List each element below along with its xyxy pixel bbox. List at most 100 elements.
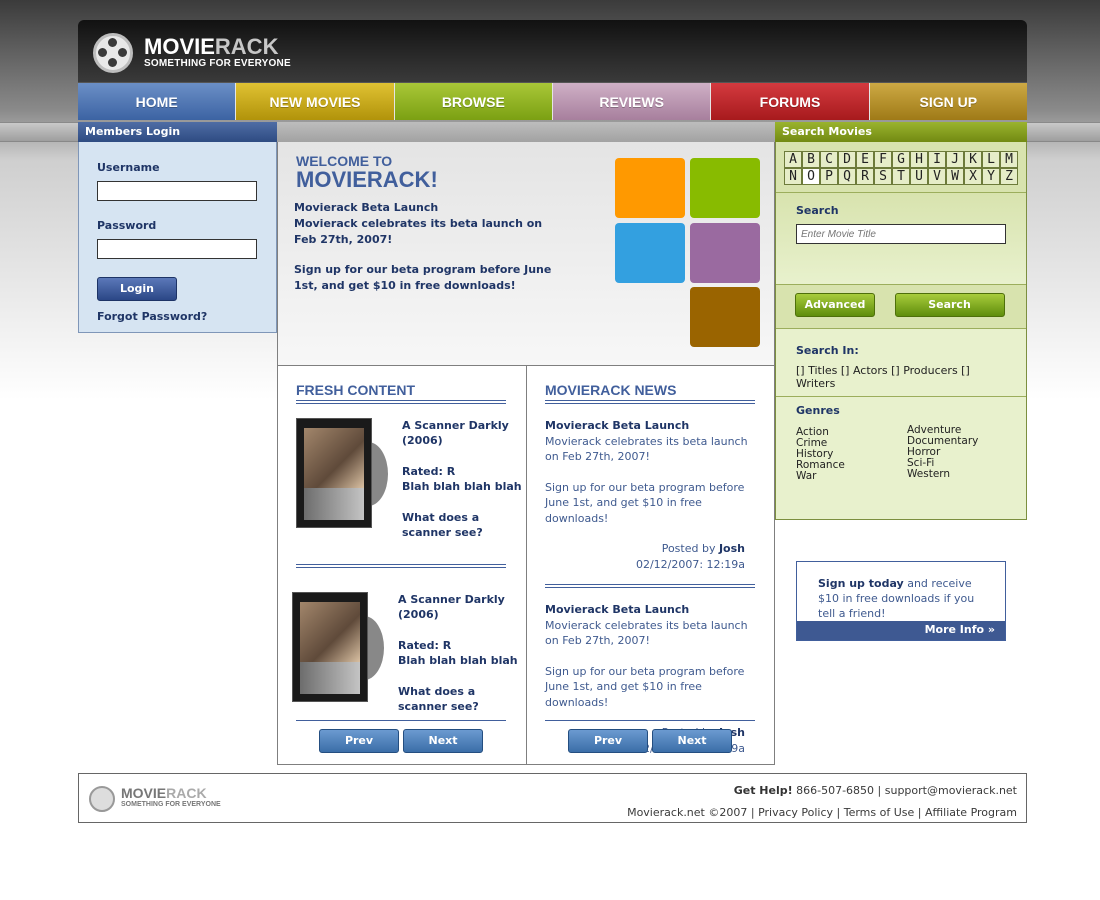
nav-home[interactable]: HOME xyxy=(78,83,237,120)
nav-forums[interactable]: FORUMS xyxy=(711,83,870,120)
genres-label: Genres xyxy=(796,404,840,417)
forgot-password-link[interactable]: Forgot Password? xyxy=(97,310,256,323)
more-info-link[interactable]: More Info » xyxy=(797,621,1005,640)
letter-n-link[interactable]: N xyxy=(784,168,802,185)
letter-p-link[interactable]: P xyxy=(820,168,838,185)
search-in-label: Search In: xyxy=(796,344,859,357)
news-item-title[interactable]: Movierack Beta Launch xyxy=(545,602,755,618)
letter-r-link[interactable]: R xyxy=(856,168,874,185)
welcome-text: Movierack Beta Launch Movierack celebrate… xyxy=(294,200,554,308)
dvd-cover-image[interactable] xyxy=(292,592,384,704)
news-title: MOVIERACK NEWS xyxy=(545,382,755,404)
movie-item[interactable]: A Scanner Darkly (2006) Rated: R Blah bl… xyxy=(292,592,518,726)
site-wrapper: MOVIERACK SOMETHING FOR EVERYONE HOME NE… xyxy=(78,20,1027,765)
nav-sign-up[interactable]: SIGN UP xyxy=(869,83,1027,120)
letter-d-link[interactable]: D xyxy=(838,151,856,168)
movie-info: A Scanner Darkly (2006) Rated: R Blah bl… xyxy=(398,592,522,714)
news-item-body-2: Sign up for our beta program before June… xyxy=(545,664,745,709)
search-input[interactable] xyxy=(796,224,1006,244)
news-column: MOVIERACK NEWS Movierack Beta Launch Mov… xyxy=(526,366,774,764)
letter-u-link[interactable]: U xyxy=(910,168,928,185)
letter-q-link[interactable]: Q xyxy=(838,168,856,185)
letter-j-link[interactable]: J xyxy=(946,151,964,168)
letter-y-link[interactable]: Y xyxy=(982,168,1000,185)
letter-c-link[interactable]: C xyxy=(820,151,838,168)
genre-link[interactable]: Western xyxy=(907,469,1007,480)
footer-logo-tagline: SOMETHING FOR EVERYONE xyxy=(121,801,221,808)
letter-k-link[interactable]: K xyxy=(964,151,982,168)
letter-x-link[interactable]: X xyxy=(964,168,982,185)
search-body: ABCDEFGHIJKLM NOPQRSTUVWXYZ Search Advan… xyxy=(775,142,1027,520)
search-in-section: Search In: [] Titles [] Actors [] Produc… xyxy=(776,329,1026,397)
letter-l-link[interactable]: L xyxy=(982,151,1000,168)
promo-strong: Sign up today xyxy=(818,577,904,590)
welcome-launch-title: Movierack Beta Launch xyxy=(294,201,439,214)
letter-o-link[interactable]: O xyxy=(802,168,820,185)
prev-button[interactable]: Prev xyxy=(319,729,399,753)
support-email-link[interactable]: support@movierack.net xyxy=(885,784,1017,797)
letter-a-link[interactable]: A xyxy=(784,151,802,168)
tile-blue xyxy=(615,223,685,283)
password-field[interactable] xyxy=(97,239,257,259)
prev-button[interactable]: Prev xyxy=(568,729,648,753)
news-author[interactable]: Josh xyxy=(719,542,745,555)
footer-logo[interactable]: MOVIERACK SOMETHING FOR EVERYONE xyxy=(121,786,221,809)
privacy-policy-link[interactable]: Privacy Policy xyxy=(758,806,833,819)
news-date: 02/12/2007: 12:19a xyxy=(635,557,745,571)
username-field[interactable] xyxy=(97,181,257,201)
members-login-panel: Members Login Username Password Login Fo… xyxy=(78,122,277,333)
film-reel-icon xyxy=(89,786,115,812)
dvd-cover-image[interactable] xyxy=(296,418,388,530)
next-button[interactable]: Next xyxy=(652,729,732,753)
advanced-search-button[interactable]: Advanced xyxy=(795,293,875,317)
welcome-line2: MOVIERACK! xyxy=(296,167,438,192)
logo-tagline: SOMETHING FOR EVERYONE xyxy=(144,58,291,69)
movie-info: A Scanner Darkly (2006) Rated: R Blah bl… xyxy=(402,418,526,540)
search-button[interactable]: Search xyxy=(894,293,1005,317)
letter-f-link[interactable]: F xyxy=(874,151,892,168)
nav-new-movies[interactable]: NEW MOVIES xyxy=(236,83,395,120)
nav-browse[interactable]: BROWSE xyxy=(394,83,553,120)
nav-reviews[interactable]: REVIEWS xyxy=(552,83,712,120)
copyright-link[interactable]: Movierack.net ©2007 xyxy=(627,806,747,819)
letter-z-link[interactable]: Z xyxy=(1000,168,1018,185)
letter-v-link[interactable]: V xyxy=(928,168,946,185)
password-label: Password xyxy=(97,219,157,232)
letter-t-link[interactable]: T xyxy=(892,168,910,185)
letter-i-link[interactable]: I xyxy=(928,151,946,168)
welcome-launch-body: Movierack celebrates its beta launch on … xyxy=(294,217,543,246)
genre-list: Action Crime History Romance War Adventu… xyxy=(796,425,1006,482)
movie-tagline: What does a scanner see? xyxy=(398,685,479,713)
letter-e-link[interactable]: E xyxy=(856,151,874,168)
movie-title[interactable]: A Scanner Darkly (2006) xyxy=(398,592,522,622)
affiliate-program-link[interactable]: Affiliate Program xyxy=(925,806,1017,819)
site-header: MOVIERACK SOMETHING FOR EVERYONE xyxy=(78,20,1027,82)
terms-link[interactable]: Terms of Use xyxy=(844,806,915,819)
footer-links: Get Help! 866-507-6850 | support@moviera… xyxy=(627,784,1017,819)
movie-title[interactable]: A Scanner Darkly (2006) xyxy=(402,418,526,448)
movie-item[interactable]: A Scanner Darkly (2006) Rated: R Blah bl… xyxy=(296,418,522,552)
tile-purple xyxy=(690,223,760,283)
movie-blurb: Blah blah blah blah xyxy=(398,654,518,667)
letter-s-link[interactable]: S xyxy=(874,168,892,185)
search-panel: Search Movies ABCDEFGHIJKLM NOPQRSTUVWXY… xyxy=(775,122,1027,641)
tile-orange xyxy=(615,158,685,218)
letter-w-link[interactable]: W xyxy=(946,168,964,185)
site-logo[interactable]: MOVIERACK SOMETHING FOR EVERYONE xyxy=(144,36,291,70)
letter-h-link[interactable]: H xyxy=(910,151,928,168)
letter-b-link[interactable]: B xyxy=(802,151,820,168)
letter-g-link[interactable]: G xyxy=(892,151,910,168)
divider xyxy=(296,564,506,568)
genres-section: Genres Action Crime History Romance War … xyxy=(776,397,1026,519)
login-button[interactable]: Login xyxy=(97,277,177,301)
logo-name-main: MOVIE xyxy=(144,34,215,59)
genre-link[interactable]: War xyxy=(796,471,907,482)
posted-by-label: Posted by xyxy=(661,542,716,555)
next-button[interactable]: Next xyxy=(403,729,483,753)
letter-m-link[interactable]: M xyxy=(1000,151,1018,168)
movie-rating: Rated: R xyxy=(402,465,456,478)
search-in-options[interactable]: [] Titles [] Actors [] Producers [] Writ… xyxy=(796,364,1006,390)
divider xyxy=(545,584,755,588)
news-item-title[interactable]: Movierack Beta Launch xyxy=(545,418,755,434)
footer-logo-main: MOVIE xyxy=(121,785,167,801)
